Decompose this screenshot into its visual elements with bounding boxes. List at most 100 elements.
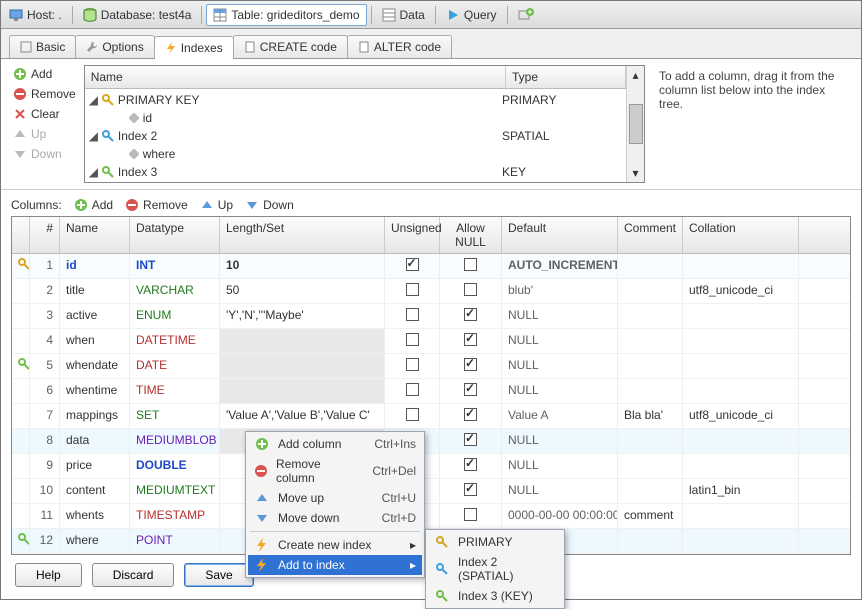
row-default[interactable]: AUTO_INCREMENT xyxy=(502,254,618,278)
row-unsigned[interactable] xyxy=(385,254,440,278)
row-comment[interactable] xyxy=(618,529,683,553)
row-default[interactable]: NULL xyxy=(502,379,618,403)
ctx-remove-column[interactable]: Remove column Ctrl+Del xyxy=(248,454,422,488)
row-collation[interactable]: utf8_unicode_ci xyxy=(683,404,799,428)
row-datatype[interactable]: TIMESTAMP xyxy=(130,504,220,528)
row-collation[interactable] xyxy=(683,354,799,378)
row-length[interactable]: 10 xyxy=(220,254,385,278)
row-length[interactable]: 50 xyxy=(220,279,385,303)
scroll-down-icon[interactable]: ▾ xyxy=(632,166,638,180)
row-collation[interactable]: utf8_unicode_ci xyxy=(683,279,799,303)
expander-icon[interactable]: ◢ xyxy=(89,129,98,143)
row-name[interactable]: whentime xyxy=(60,379,130,403)
row-unsigned[interactable] xyxy=(385,304,440,328)
scrollbar[interactable]: ▴ ▾ xyxy=(626,66,644,182)
expander-icon[interactable]: ◢ xyxy=(89,93,98,107)
gh-name[interactable]: Name xyxy=(60,217,130,253)
row-default[interactable]: NULL xyxy=(502,329,618,353)
row-comment[interactable] xyxy=(618,454,683,478)
row-comment[interactable]: comment xyxy=(618,504,683,528)
ctx-add-column[interactable]: Add column Ctrl+Ins xyxy=(248,434,422,454)
row-length[interactable] xyxy=(220,379,385,403)
checkbox[interactable] xyxy=(406,308,419,321)
row-collation[interactable] xyxy=(683,504,799,528)
expander-icon[interactable]: ◢ xyxy=(89,165,98,179)
query-button[interactable]: Query xyxy=(440,5,503,25)
checkbox[interactable] xyxy=(464,383,477,396)
row-default[interactable]: NULL xyxy=(502,354,618,378)
checkbox[interactable] xyxy=(464,483,477,496)
row-allownull[interactable] xyxy=(440,504,502,528)
row-collation[interactable]: latin1_bin xyxy=(683,479,799,503)
gh-collation[interactable]: Collation xyxy=(683,217,799,253)
row-default[interactable]: NULL xyxy=(502,479,618,503)
ctx-move-up[interactable]: Move up Ctrl+U xyxy=(248,488,422,508)
sub-primary[interactable]: PRIMARY xyxy=(428,532,562,552)
tab-create[interactable]: CREATE code xyxy=(233,35,348,58)
row-datatype[interactable]: MEDIUMBLOB xyxy=(130,429,220,453)
table-row[interactable]: 4 when DATETIME NULL xyxy=(12,329,850,354)
row-collation[interactable] xyxy=(683,254,799,278)
scroll-up-icon[interactable]: ▴ xyxy=(632,68,638,82)
index-remove-button[interactable]: Remove xyxy=(11,85,78,103)
col-up-button[interactable]: Up xyxy=(200,198,233,212)
row-name[interactable]: where xyxy=(60,529,130,553)
row-comment[interactable] xyxy=(618,354,683,378)
row-default[interactable]: NULL xyxy=(502,429,618,453)
row-datatype[interactable]: TIME xyxy=(130,379,220,403)
row-name[interactable]: whents xyxy=(60,504,130,528)
table-row[interactable]: 2 title VARCHAR 50 blub' utf8_unicode_ci xyxy=(12,279,850,304)
row-name[interactable]: when xyxy=(60,329,130,353)
row-comment[interactable] xyxy=(618,479,683,503)
checkbox[interactable] xyxy=(406,383,419,396)
checkbox[interactable] xyxy=(464,408,477,421)
tab-alter[interactable]: ALTER code xyxy=(347,35,452,58)
index-tree[interactable]: Name Type ◢ PRIMARY KEY PRIMARY id◢ Inde… xyxy=(84,65,645,183)
row-name[interactable]: mappings xyxy=(60,404,130,428)
discard-button[interactable]: Discard xyxy=(92,563,175,587)
row-length[interactable] xyxy=(220,354,385,378)
row-unsigned[interactable] xyxy=(385,379,440,403)
checkbox[interactable] xyxy=(464,283,477,296)
row-default[interactable]: blub' xyxy=(502,279,618,303)
index-tree-row[interactable]: ◢ Index 3 KEY xyxy=(85,163,626,181)
checkbox[interactable] xyxy=(464,308,477,321)
row-collation[interactable] xyxy=(683,454,799,478)
row-comment[interactable] xyxy=(618,279,683,303)
row-collation[interactable] xyxy=(683,379,799,403)
row-allownull[interactable] xyxy=(440,454,502,478)
col-add-button[interactable]: Add xyxy=(74,198,113,212)
table-button[interactable]: Table: grideditors_demo xyxy=(206,4,366,26)
table-row[interactable]: 10 content MEDIUMTEXT NULL latin1_bin xyxy=(12,479,850,504)
row-name[interactable]: price xyxy=(60,454,130,478)
index-tree-child[interactable]: id xyxy=(85,109,626,127)
checkbox[interactable] xyxy=(464,358,477,371)
checkbox[interactable] xyxy=(406,258,419,271)
row-datatype[interactable]: INT xyxy=(130,254,220,278)
row-datatype[interactable]: POINT xyxy=(130,529,220,553)
checkbox[interactable] xyxy=(464,458,477,471)
ctx-create-index[interactable]: Create new index ▸ xyxy=(248,535,422,555)
row-comment[interactable] xyxy=(618,429,683,453)
checkbox[interactable] xyxy=(406,408,419,421)
row-datatype[interactable]: ENUM xyxy=(130,304,220,328)
row-unsigned[interactable] xyxy=(385,329,440,353)
row-default[interactable]: NULL xyxy=(502,304,618,328)
scroll-thumb[interactable] xyxy=(629,104,643,144)
sub-index2[interactable]: Index 2 (SPATIAL) xyxy=(428,552,562,586)
row-datatype[interactable]: DATETIME xyxy=(130,329,220,353)
table-row[interactable]: 7 mappings SET 'Value A','Value B','Valu… xyxy=(12,404,850,429)
checkbox[interactable] xyxy=(464,258,477,271)
checkbox[interactable] xyxy=(406,333,419,346)
row-name[interactable]: title xyxy=(60,279,130,303)
row-length[interactable]: 'Value A','Value B','Value C' xyxy=(220,404,385,428)
table-row[interactable]: 11 whents TIMESTAMP 0000-00-00 00:00:00 … xyxy=(12,504,850,529)
row-allownull[interactable] xyxy=(440,354,502,378)
row-collation[interactable] xyxy=(683,329,799,353)
row-default[interactable]: NULL xyxy=(502,454,618,478)
index-tree-child[interactable]: where xyxy=(85,145,626,163)
new-tab-button[interactable] xyxy=(512,5,540,25)
row-allownull[interactable] xyxy=(440,429,502,453)
row-allownull[interactable] xyxy=(440,304,502,328)
row-unsigned[interactable] xyxy=(385,279,440,303)
